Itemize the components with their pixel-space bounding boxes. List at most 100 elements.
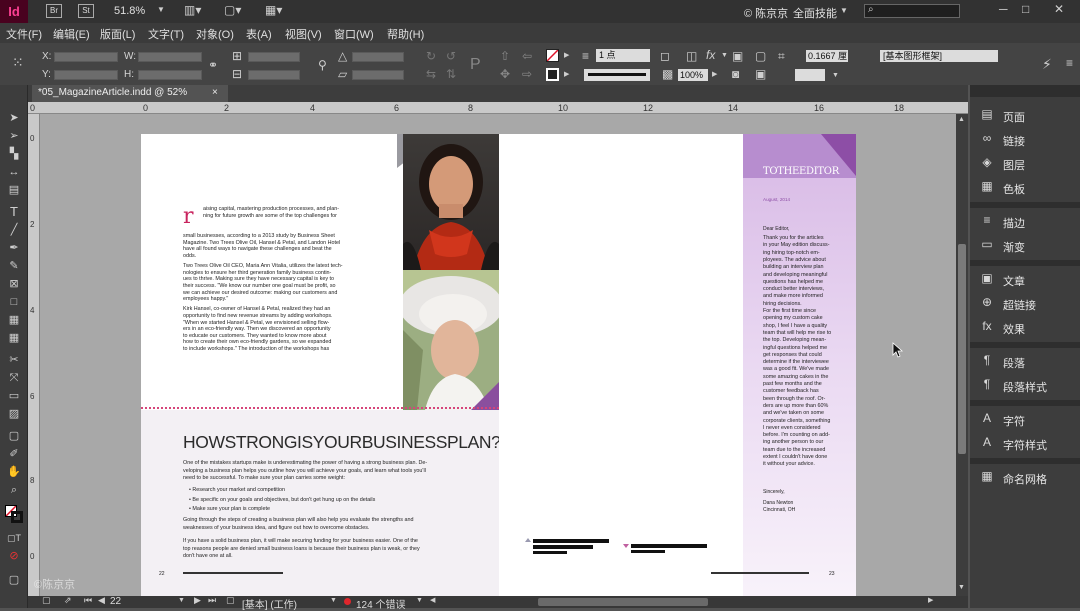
first-page-icon[interactable]: ⏮: [84, 596, 92, 605]
note-tool-icon[interactable]: ▢: [6, 429, 22, 443]
chevron-right-icon[interactable]: ▶: [712, 71, 717, 78]
swatch-select[interactable]: [795, 69, 825, 81]
page-tool-icon[interactable]: ▚: [6, 147, 22, 161]
table-tool-icon[interactable]: ▦: [6, 313, 22, 327]
panel-item-swatches[interactable]: ▦ 色板: [970, 176, 1080, 198]
chevron-down-icon[interactable]: ▼: [178, 597, 185, 604]
article-headline[interactable]: HOWSTRONGISYOURBUSINESSPLAN?: [183, 432, 501, 453]
left-page[interactable]: r aising capital, mastering production p…: [141, 134, 503, 596]
stock-button[interactable]: St: [78, 4, 94, 18]
horizontal-scroll-thumb[interactable]: [538, 598, 708, 606]
gap-tool-icon[interactable]: ↔: [6, 165, 22, 179]
next-page-icon[interactable]: ▶: [194, 596, 201, 605]
preflight-profile[interactable]: [基本] (工作): [242, 596, 297, 611]
menu-view[interactable]: 视图(V): [285, 26, 322, 42]
reference-point-icon[interactable]: ⁙: [12, 55, 24, 69]
panel-item-paragraph-styles[interactable]: ¶ 段落样式: [970, 374, 1080, 396]
value-field[interactable]: 0.1667 厘: [806, 50, 848, 62]
panel-item-links[interactable]: ∞ 链接: [970, 128, 1080, 150]
free-transform-tool-icon[interactable]: ⤧: [6, 371, 22, 385]
panel-menu-icon[interactable]: ≡: [1066, 57, 1073, 69]
pencil-tool-icon[interactable]: ✎: [6, 259, 22, 273]
workspace-switcher[interactable]: 全面技能: [793, 5, 837, 21]
maximize-icon[interactable]: □: [1022, 3, 1029, 15]
previous-page-icon[interactable]: ◀: [98, 596, 105, 605]
horizontal-ruler[interactable]: 0 0 2 4 6 8 10 12 14 16 18: [28, 102, 968, 114]
view-options-icon[interactable]: ▥▾: [184, 4, 201, 16]
panel-item-hyperlinks[interactable]: ⊕ 超链接: [970, 292, 1080, 314]
error-count[interactable]: 124 个错误: [356, 596, 405, 611]
shear-field[interactable]: [352, 70, 404, 80]
zoom-level[interactable]: 51.8%: [114, 5, 145, 17]
bridge-button[interactable]: Br: [46, 4, 62, 18]
fill-swatch[interactable]: [546, 49, 559, 62]
panel-item-effects[interactable]: fx 效果: [970, 316, 1080, 338]
menu-object[interactable]: 对象(O): [196, 26, 234, 42]
chevron-down-icon[interactable]: ▼: [416, 597, 423, 604]
line-tool-icon[interactable]: ╱: [6, 223, 22, 237]
menu-file[interactable]: 文件(F): [6, 26, 42, 42]
grid-tool-icon[interactable]: ▦: [6, 331, 22, 345]
document-tab[interactable]: *05_MagazineArticle.indd @ 52% ×: [32, 85, 228, 102]
object-style-select[interactable]: [基本图形框架]: [880, 50, 998, 62]
minimize-icon[interactable]: ─: [999, 3, 1008, 15]
direct-selection-tool-icon[interactable]: ➢: [6, 129, 22, 143]
chevron-down-icon[interactable]: ▼: [840, 7, 848, 15]
rotate-field[interactable]: [352, 52, 404, 62]
link-scale-icon[interactable]: ⚲: [318, 59, 327, 71]
fitting-icon[interactable]: ▣: [732, 50, 743, 62]
open-in-bridge-icon[interactable]: ▢: [42, 596, 51, 605]
eyedropper-tool-icon[interactable]: ✐: [6, 447, 22, 461]
scale-x-field[interactable]: [248, 52, 300, 62]
corner-options-icon[interactable]: ◻: [660, 50, 670, 62]
panel-item-story[interactable]: ▣ 文章: [970, 268, 1080, 290]
zoom-tool-icon[interactable]: ⌕: [6, 483, 22, 497]
scroll-thumb[interactable]: [958, 244, 966, 454]
type-tool-icon[interactable]: T: [6, 205, 22, 219]
panel-item-layers[interactable]: ◈ 图层: [970, 152, 1080, 174]
chevron-right-icon[interactable]: ▶: [564, 52, 569, 59]
formatting-container-icon[interactable]: ▢T: [6, 531, 22, 545]
search-input[interactable]: [864, 4, 960, 18]
chevron-down-icon[interactable]: ▼: [330, 597, 337, 604]
menu-type[interactable]: 文字(T): [148, 26, 184, 42]
rectangle-frame-tool-icon[interactable]: ⊠: [6, 277, 22, 291]
content-grabber-icon[interactable]: P: [470, 57, 481, 73]
panel-dock-grip[interactable]: [970, 85, 1080, 97]
select-container-icon[interactable]: ⇧: [500, 50, 510, 62]
share-icon[interactable]: ⇗: [64, 596, 72, 605]
chevron-down-icon[interactable]: ▼: [721, 52, 728, 59]
panel-item-gradient[interactable]: ▭ 渐变: [970, 234, 1080, 256]
fit-frame-icon[interactable]: ▢: [755, 50, 766, 62]
center-content-icon[interactable]: ▣: [755, 68, 766, 80]
apply-none-icon[interactable]: ⊘: [6, 549, 22, 563]
page-number-field[interactable]: 22: [110, 596, 121, 607]
hand-tool-icon[interactable]: ✋: [6, 465, 22, 479]
text-wrap-icon[interactable]: ◫: [686, 50, 697, 62]
fit-content-icon[interactable]: ◙: [732, 68, 739, 80]
panel-item-stroke[interactable]: ≡ 描边: [970, 210, 1080, 232]
scissors-tool-icon[interactable]: ✂: [6, 353, 22, 367]
select-previous-icon[interactable]: ⇦: [522, 50, 532, 62]
right-page[interactable]: TOTHEEDITOR August, 2014 Dear Editor, Th…: [499, 134, 856, 596]
selection-tool-icon[interactable]: ➤: [6, 111, 22, 125]
fill-stroke-swatches[interactable]: [5, 505, 23, 523]
select-next-icon[interactable]: ⇨: [522, 68, 532, 80]
w-field[interactable]: [138, 52, 202, 62]
panel-item-character-styles[interactable]: A 字符样式: [970, 432, 1080, 454]
stroke-swatch[interactable]: [546, 68, 559, 81]
scroll-left-icon[interactable]: ◀: [430, 597, 435, 604]
chevron-down-icon[interactable]: ▼: [832, 72, 839, 79]
select-content-icon[interactable]: ✥: [500, 68, 510, 80]
constrain-proportions-icon[interactable]: ⚭: [208, 59, 218, 71]
gradient-feather-tool-icon[interactable]: ▨: [6, 407, 22, 421]
menu-layout[interactable]: 版面(L): [100, 26, 135, 42]
stroke-weight-field[interactable]: 1 点: [596, 49, 650, 62]
effects-fx-icon[interactable]: fx: [706, 49, 715, 61]
arrange-documents-icon[interactable]: ▦▾: [265, 4, 282, 16]
vertical-ruler[interactable]: 0 2 4 6 8 0: [28, 114, 40, 596]
panel-item-named-grid[interactable]: ▦ 命名网格: [970, 466, 1080, 488]
chevron-right-icon[interactable]: ▶: [564, 71, 569, 78]
panel-item-pages[interactable]: ▤ 页面: [970, 104, 1080, 126]
vertical-scrollbar[interactable]: ▲ ▼: [956, 114, 968, 596]
